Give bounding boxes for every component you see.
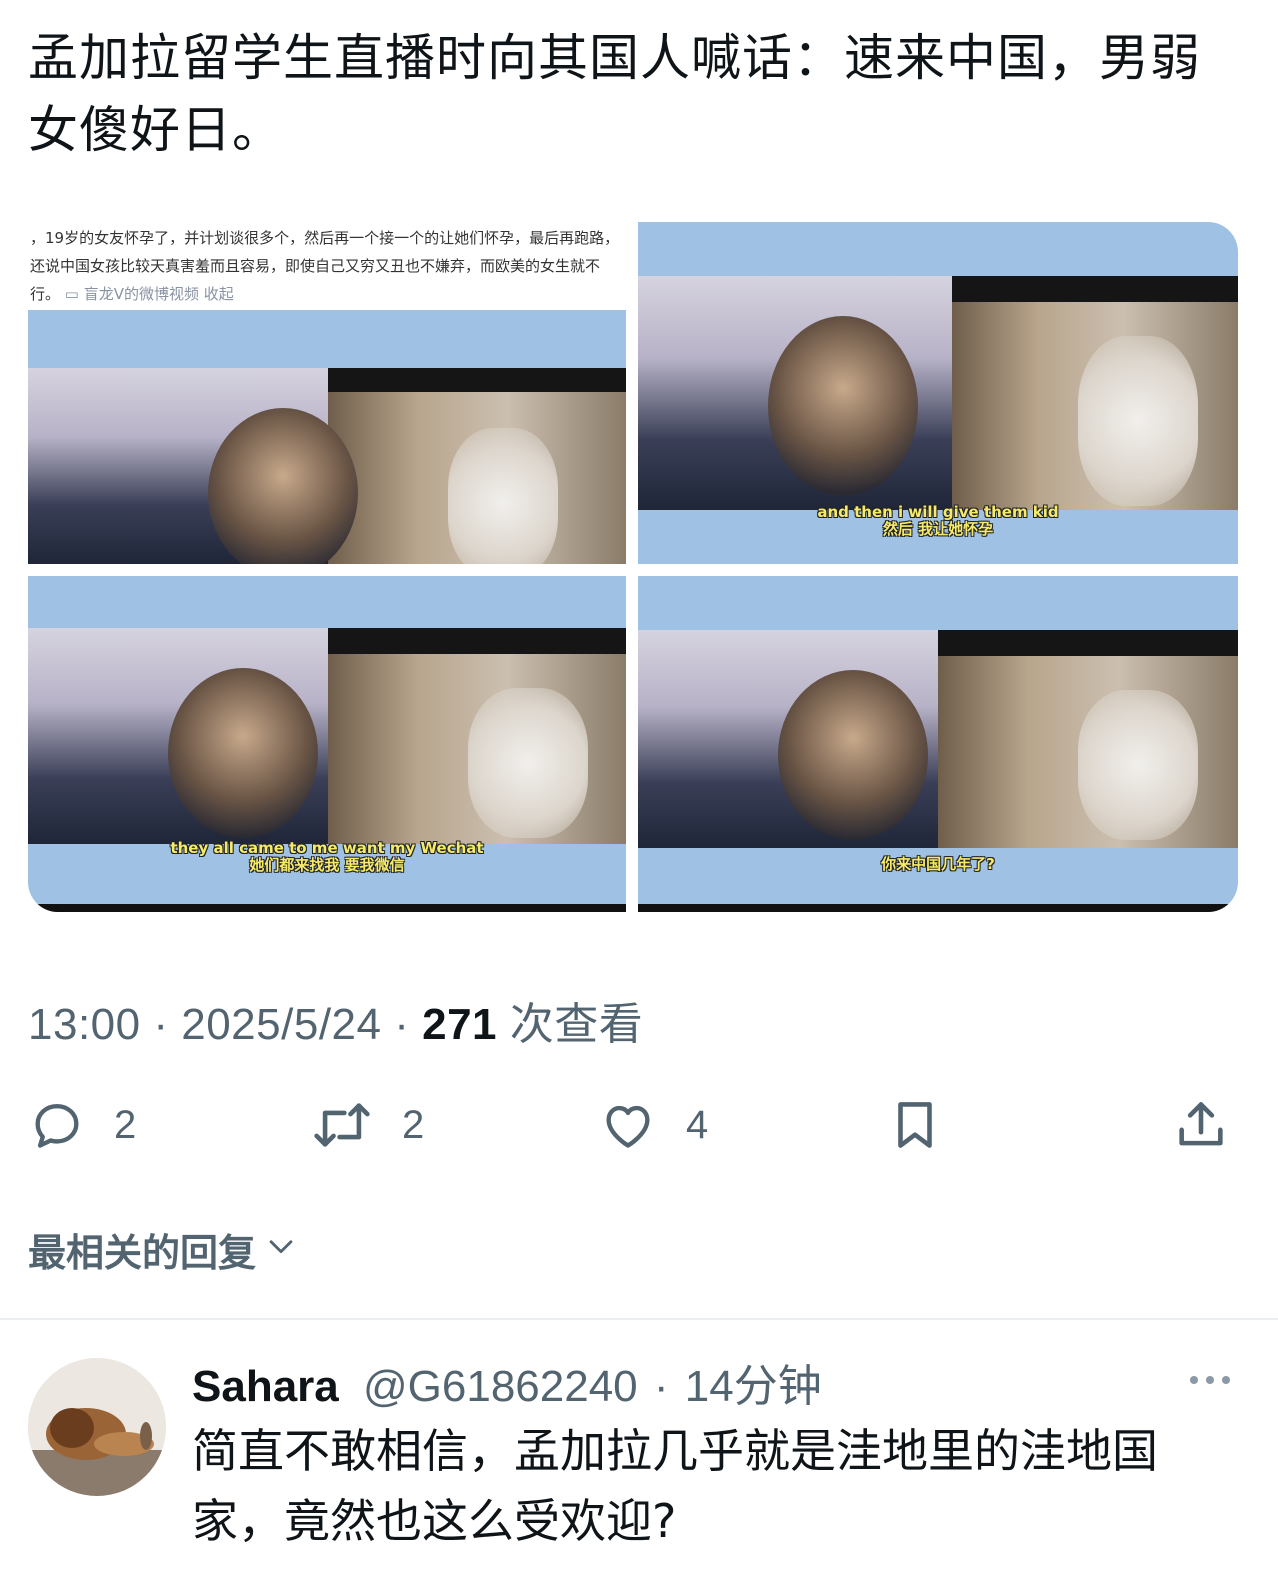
media-image-4[interactable]: 你来中国几年了? <box>638 576 1238 912</box>
bookmark-button[interactable] <box>886 1090 944 1160</box>
like-button[interactable]: 4 <box>598 1090 708 1160</box>
video-bottom-bar <box>638 904 1238 912</box>
repost-icon <box>310 1096 374 1154</box>
like-count: 4 <box>686 1102 709 1147</box>
more-icon <box>1190 1376 1230 1384</box>
video-subtitle-zh: 你来中国几年了? <box>881 855 995 873</box>
post-text: 孟加拉留学生直播时向其国人喊话：速来中国，男弱女傻好日。 <box>28 29 1201 159</box>
replies-sort-dropdown[interactable]: 最相关的回复 <box>28 1222 298 1277</box>
video-bottom-bar <box>28 904 626 912</box>
view-count: 271 <box>422 1000 498 1049</box>
share-icon <box>1172 1095 1230 1155</box>
reply-item[interactable]: Sahara @G61862240 · 14分钟 简直不敢相信，孟加拉几乎就是洼… <box>0 1320 1278 1586</box>
reply-author-name[interactable]: Sahara <box>192 1362 339 1411</box>
media-caption: ，19岁的女友怀孕了，并计划谈很多个，然后再一个接一个的让她们怀孕，最后再跑路，… <box>28 222 626 304</box>
avatar[interactable] <box>28 1358 166 1496</box>
heart-icon <box>598 1096 658 1154</box>
post-date: 2025/5/24 <box>181 1000 382 1049</box>
video-subtitle-en: they all came to me want my Wechat <box>170 839 484 857</box>
action-bar: 2 2 4 <box>0 1090 1278 1160</box>
repost-button[interactable]: 2 <box>310 1090 424 1160</box>
video-subtitle-zh: 她们都来找我 要我微信 <box>249 856 405 874</box>
reply-count: 2 <box>114 1102 137 1147</box>
bookmark-icon <box>886 1095 944 1155</box>
video-scene <box>638 630 1238 848</box>
post-meta: 13:00 · 2025/5/24 · 271 次查看 <box>28 988 643 1052</box>
media-image-3[interactable]: they all came to me want my Wechat 她们都来找… <box>28 576 626 912</box>
reply-author-handle[interactable]: @G61862240 <box>363 1362 638 1411</box>
meta-separator: · <box>153 1000 169 1049</box>
post-time: 13:00 <box>28 1000 141 1049</box>
video-scene <box>638 276 1238 510</box>
video-scene <box>28 368 626 564</box>
lion-avatar-image <box>28 1358 166 1496</box>
reply-icon <box>28 1096 86 1154</box>
video-subtitle-en: and then i will give them kid <box>817 503 1059 521</box>
meta-separator: · <box>394 1000 410 1049</box>
media-image-1[interactable]: ，19岁的女友怀孕了，并计划谈很多个，然后再一个接一个的让她们怀孕，最后再跑路，… <box>28 222 626 564</box>
reply-button[interactable]: 2 <box>28 1090 136 1160</box>
reply-time: 14分钟 <box>684 1362 822 1411</box>
replies-sort-label: 最相关的回复 <box>28 1231 257 1275</box>
view-label: 次查看 <box>509 1000 644 1049</box>
more-options-button[interactable] <box>1188 1372 1232 1391</box>
video-subtitle-zh: 然后 我让她怀孕 <box>882 520 994 538</box>
media-image-2[interactable]: and then i will give them kid 然后 我让她怀孕 <box>638 222 1238 564</box>
video-scene <box>28 628 626 844</box>
share-button[interactable] <box>1172 1090 1230 1160</box>
media-caption-link: ▭ 盲龙V的微博视频 收起 <box>64 285 234 303</box>
repost-count: 2 <box>402 1102 425 1147</box>
reply-header: Sahara @G61862240 · 14分钟 <box>192 1350 822 1414</box>
reply-text: 简直不敢相信，孟加拉几乎就是洼地里的洼地国家，竟然也这么受欢迎? <box>192 1424 1158 1548</box>
meta-separator: · <box>653 1362 669 1411</box>
chevron-down-icon <box>264 1228 298 1272</box>
media-grid[interactable]: ，19岁的女友怀孕了，并计划谈很多个，然后再一个接一个的让她们怀孕，最后再跑路，… <box>28 222 1238 912</box>
